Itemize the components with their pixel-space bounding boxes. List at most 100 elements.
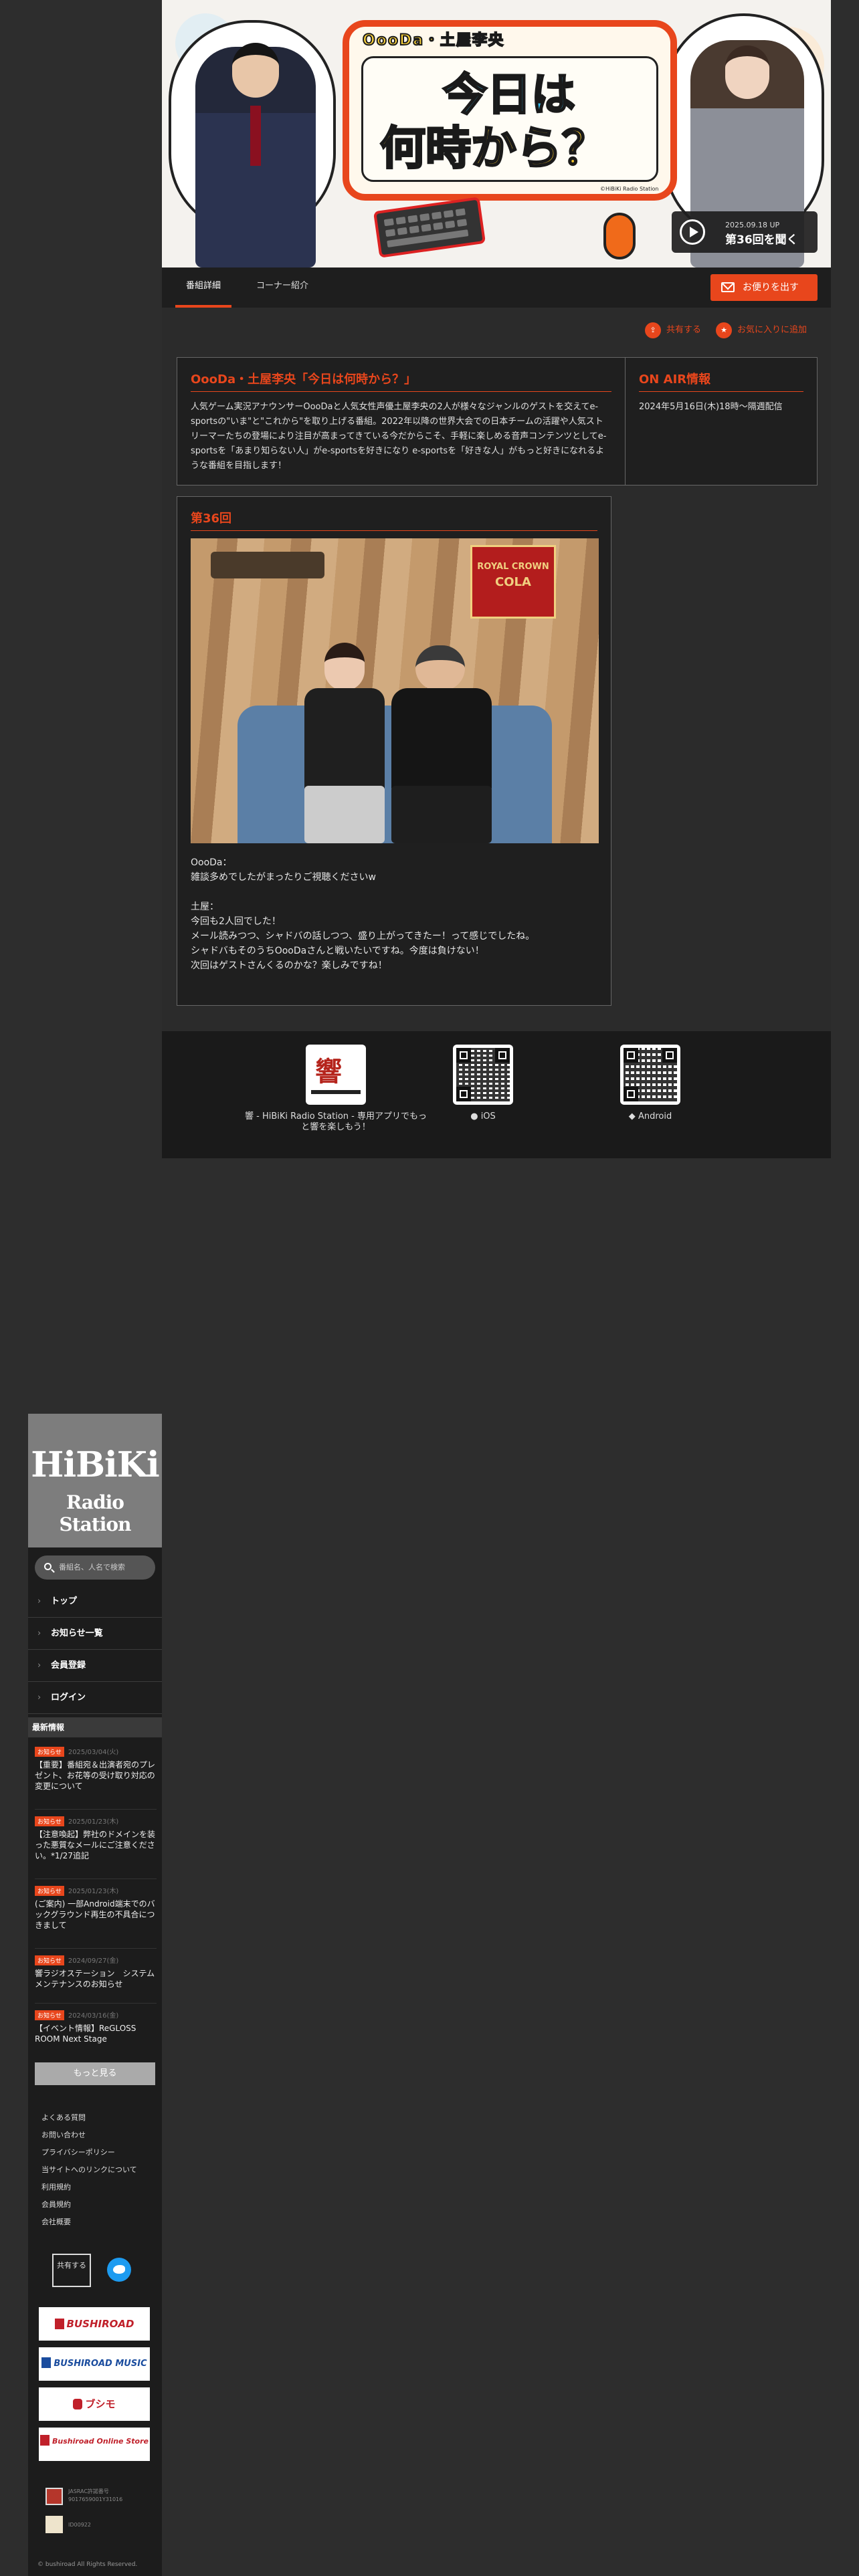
- onair-heading: ON AIR情報: [639, 370, 803, 392]
- add-favorite-button[interactable]: ★ お気に入りに追加: [716, 322, 818, 338]
- partner-label: Bushiroad Online Store: [52, 2437, 149, 2446]
- share-label: 共有する: [666, 325, 702, 335]
- share-icon: ⇪: [645, 322, 661, 338]
- nav-top[interactable]: トップ: [28, 1586, 162, 1618]
- news-date: 2024/03/16(金): [68, 2012, 119, 2020]
- nextone-notice: ID00922: [45, 2516, 153, 2536]
- favorite-label: お気に入りに追加: [737, 325, 807, 335]
- news-date: 2025/01/23(木): [68, 1818, 119, 1826]
- jasrac-text: JASRAC許諾番号 9017659001Y31016: [68, 2488, 123, 2502]
- news-item[interactable]: お知らせ 2025/01/23(木) (ご案内) 一部Android端末でのバック…: [35, 1883, 157, 1949]
- keyboard-illustration: [373, 197, 486, 258]
- partner-bushimo[interactable]: ブシモ: [39, 2387, 150, 2421]
- logo-hibiki: HiBiKi: [31, 1444, 160, 1485]
- search-placeholder: 番組名、人名で検索: [59, 1563, 125, 1572]
- ios-qr-link[interactable]: ● iOS: [389, 1045, 577, 1122]
- search-icon: [44, 1563, 52, 1570]
- news-title: (ご案内) 一部Android端末でのバックグラウンド再生の不具合につきまして: [35, 1899, 155, 1930]
- hibiki-app-icon: 響: [306, 1045, 366, 1105]
- news-title: 【イベント情報】ReGLOSS ROOM Next Stage: [35, 2024, 136, 2044]
- news-item[interactable]: お知らせ 2025/01/23(木) 【注意喚起】弊社のドメインを装った悪質なメー…: [35, 1814, 157, 1879]
- news-heading: 最新情報: [28, 1717, 162, 1737]
- nav-news-list[interactable]: お知らせ一覧: [28, 1618, 162, 1650]
- android-qr-link[interactable]: ◆ Android: [557, 1045, 744, 1122]
- link-linking-policy[interactable]: 当サイトへのリンクについて: [41, 2161, 155, 2179]
- news-title: 【重要】番組宛＆出演者宛のプレゼント、お花等の受け取り対応の変更について: [35, 1760, 156, 1791]
- episode-play-label: 第36回を聞く: [725, 233, 798, 247]
- episode-title: 第36回: [191, 509, 597, 531]
- logo-cast-names: OooDa・土屋李央: [362, 31, 505, 49]
- program-description: 人気ゲーム実況アナウンサーOooDaと人気女性声優土屋李央の2人が様々なジャンル…: [191, 402, 607, 471]
- program-hero-banner: OooDa・土屋李央 今日は 何時から？ ©HiBiKi Radio Stati…: [162, 0, 831, 267]
- send-mail-label: お便りを出す: [743, 282, 799, 293]
- tab-program-details[interactable]: 番組詳細: [175, 267, 231, 308]
- search-input[interactable]: 番組名、人名で検索: [35, 1555, 155, 1580]
- mail-icon: [721, 282, 735, 292]
- news-date: 2025/03/04(火): [68, 1749, 119, 1756]
- news-item[interactable]: お知らせ 2024/09/27(金) 響ラジオステーション システムメンテナンスの…: [35, 1953, 157, 2004]
- nav-register[interactable]: 会員登録: [28, 1650, 162, 1682]
- news-tag: お知らせ: [35, 2010, 64, 2020]
- tab-corner-intro[interactable]: コーナー紹介: [249, 267, 316, 308]
- link-member-terms[interactable]: 会員規約: [41, 2196, 155, 2214]
- partner-label: BUSHIROAD MUSIC: [54, 2359, 147, 2369]
- jasrac-notice: JASRAC許諾番号 9017659001Y31016: [45, 2488, 153, 2508]
- jasrac-logo: [45, 2488, 63, 2505]
- play-icon: [680, 219, 705, 245]
- episode-notes: OooDa： 雑談多めでしたがまったりご視聴くださいw 土屋： 今回も2人回でし…: [191, 857, 535, 971]
- news-date: 2024/09/27(金): [68, 1957, 119, 1965]
- partner-label: BUSHIROAD: [66, 2318, 134, 2330]
- share-button[interactable]: ⇪ 共有する: [645, 322, 709, 338]
- episode-photo: ROYAL CROWN COLA: [191, 538, 599, 843]
- news-title: 響ラジオステーション システムメンテナンスのお知らせ: [35, 1969, 155, 1989]
- apple-icon: ●: [470, 1111, 478, 1121]
- poster-text-line2: COLA: [495, 575, 531, 589]
- news-item[interactable]: お知らせ 2025/03/04(火) 【重要】番組宛＆出演者宛のプレゼント、お花等…: [35, 1744, 157, 1810]
- program-info-box: OooDa・土屋李央「今日は何時から？」 人気ゲーム実況アナウンサーOooDaと…: [177, 357, 818, 486]
- link-faq[interactable]: よくある質問: [41, 2109, 155, 2127]
- partner-bushiroad[interactable]: BUSHIROAD: [39, 2307, 150, 2341]
- news-date: 2025/01/23(木): [68, 1888, 119, 1895]
- link-terms[interactable]: 利用規約: [41, 2179, 155, 2196]
- sidebar-share-button[interactable]: 共有する: [52, 2254, 91, 2287]
- main-column: OooDa・土屋李央 今日は 何時から？ ©HiBiKi Radio Stati…: [162, 0, 831, 1158]
- sidebar: HiBiKi Radio Station 番組名、人名で検索 トップ お知らせ一…: [28, 1414, 162, 2576]
- partner-bushiroad-music[interactable]: BUSHIROAD MUSIC: [39, 2347, 150, 2381]
- twitter-icon[interactable]: [107, 2258, 131, 2282]
- link-contact[interactable]: お問い合わせ: [41, 2127, 155, 2144]
- more-news-button[interactable]: もっと見る: [35, 2062, 155, 2085]
- site-logo[interactable]: HiBiKi Radio Station: [28, 1414, 162, 1547]
- logo-radio-station: Radio Station: [59, 1491, 132, 1535]
- android-qr-code: [620, 1045, 680, 1105]
- play-latest-episode-button[interactable]: 2025.09.18 UP 第36回を聞く: [672, 211, 818, 253]
- banner-credit: ©HiBiKi Radio Station: [600, 186, 659, 192]
- app-download-section: 響 響 - HiBiKi Radio Station - 専用アプリでもっと響を…: [162, 1031, 831, 1158]
- episode-section: 第36回 ROYAL CROWN COLA OooDa： 雑談多めでしたがまった…: [177, 496, 611, 1006]
- news-tag: お知らせ: [35, 1955, 64, 1965]
- star-icon: ★: [716, 322, 732, 338]
- news-tag: お知らせ: [35, 1886, 64, 1896]
- onair-schedule: 2024年5月16日(木)18時〜隔週配信: [639, 402, 783, 412]
- copyright: © bushiroad All Rights Reserved.: [37, 2561, 138, 2568]
- link-company[interactable]: 会社概要: [41, 2214, 155, 2231]
- poster-text-line1: ROYAL CROWN: [477, 562, 549, 572]
- episode-upload-date: 2025.09.18 UP: [725, 221, 780, 229]
- android-icon: ◆: [628, 1111, 636, 1121]
- mouse-illustration: [603, 213, 636, 259]
- nav-login[interactable]: ログイン: [28, 1683, 162, 1714]
- link-privacy[interactable]: プライバシーポリシー: [41, 2144, 155, 2161]
- partner-online-store[interactable]: Bushiroad Online Store: [39, 2428, 150, 2461]
- program-title: OooDa・土屋李央「今日は何時から？」: [191, 370, 611, 392]
- send-mail-button[interactable]: お便りを出す: [710, 274, 818, 301]
- nextone-logo: [45, 2516, 63, 2533]
- news-tag: お知らせ: [35, 1816, 64, 1826]
- logo-line2: 何時から？: [379, 122, 608, 177]
- program-logo: OooDa・土屋李央 今日は 何時から？: [343, 20, 677, 201]
- footer-links: よくある質問 お問い合わせ プライバシーポリシー 当サイトへのリンクについて 利…: [41, 2109, 155, 2231]
- news-title: 【注意喚起】弊社のドメインを装った悪質なメールにご注意ください。*1/27追記: [35, 1830, 156, 1860]
- nextone-text: ID00922: [68, 2522, 91, 2528]
- ios-qr-code: [453, 1045, 513, 1105]
- ios-label: iOS: [480, 1111, 496, 1121]
- news-item[interactable]: お知らせ 2024/03/16(金) 【イベント情報】ReGLOSS ROOM N…: [35, 2008, 157, 2057]
- partner-label: ブシモ: [85, 2398, 116, 2410]
